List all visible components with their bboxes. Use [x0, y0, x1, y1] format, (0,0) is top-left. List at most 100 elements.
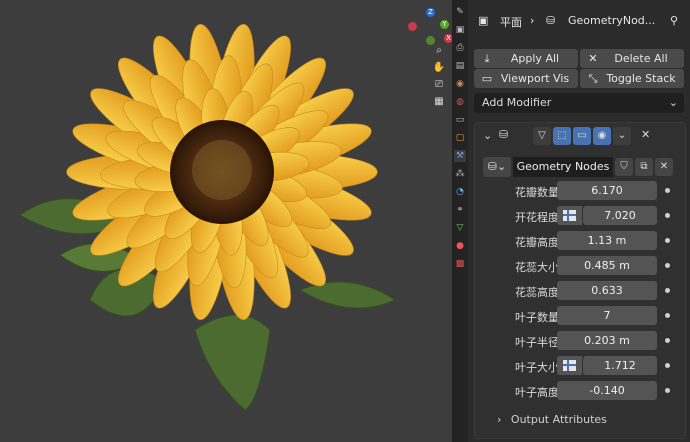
- fake-user-shield-icon[interactable]: ⛉: [615, 158, 633, 176]
- keyframe-dot-icon[interactable]: [665, 363, 670, 368]
- modifier-menu-chevron-icon[interactable]: ⌄: [613, 127, 631, 145]
- close-icon: ✕: [588, 52, 598, 65]
- constraints-icon[interactable]: ⚭: [454, 204, 466, 216]
- hand-pan-icon[interactable]: ✋: [432, 61, 446, 75]
- input-value-field[interactable]: 7.020: [583, 206, 657, 225]
- input-value-field[interactable]: 6.170: [557, 181, 657, 200]
- input-label: 叶子大小: [515, 361, 559, 374]
- chevron-right-icon: ›: [497, 413, 502, 426]
- download-icon: ⤓: [484, 52, 490, 65]
- breadcrumb-separator-icon: ›: [530, 14, 535, 27]
- input-label: 花瓣高度: [515, 236, 559, 249]
- breadcrumb-modifier: GeometryNod...: [568, 14, 656, 27]
- tool-icon[interactable]: ✎: [454, 6, 466, 18]
- input-label: 叶子半径: [515, 336, 559, 349]
- attribute-toggle-icon[interactable]: [557, 356, 582, 375]
- navigation-gizmo[interactable]: Z Y X: [406, 8, 452, 48]
- view-layer-icon[interactable]: ▤: [454, 60, 466, 72]
- pin-icon[interactable]: ⚲: [670, 14, 678, 27]
- input-value-field[interactable]: 0.203 m: [557, 331, 657, 350]
- object-icon[interactable]: ▢: [454, 132, 466, 144]
- modifier-icon: ⛁: [546, 14, 556, 27]
- gizmo-neg-x-axis[interactable]: [408, 22, 417, 31]
- keyframe-dot-icon[interactable]: [665, 338, 670, 343]
- keyframe-dot-icon[interactable]: [665, 263, 670, 268]
- input-value-field[interactable]: 0.485 m: [557, 256, 657, 275]
- keyframe-dot-icon[interactable]: [665, 388, 670, 393]
- viewport-vis-button[interactable]: ▭ Viewport Vis: [474, 69, 578, 88]
- properties-tab-strip: ✎ ▣ ⎙ ▤ ◉ ◍ ▭ ▢ ⚒ ⁂ ◔ ⚭ ▽ ● ▩: [452, 0, 468, 442]
- particles-icon[interactable]: ⁂: [454, 168, 466, 180]
- monitor-icon: ▭: [481, 72, 493, 85]
- geometry-nodes-icon: ⛁: [499, 128, 509, 141]
- viewport-nav-tools: ⌕ ✋ ⎚ ▦: [432, 44, 448, 112]
- toggle-stack-button[interactable]: ⤡ Toggle Stack: [580, 69, 684, 88]
- edit-mode-icon[interactable]: ▽: [533, 127, 551, 145]
- 3d-viewport[interactable]: Z Y X ⌕ ✋ ⎚ ▦: [0, 0, 452, 442]
- keyframe-dot-icon[interactable]: [665, 188, 670, 193]
- input-row: 叶子大小 1.712: [475, 356, 685, 376]
- input-value-field[interactable]: -0.140: [557, 381, 657, 400]
- perspective-grid-icon[interactable]: ▦: [432, 95, 446, 109]
- texture-icon[interactable]: ▩: [454, 258, 466, 270]
- expand-icon: ⤡: [588, 72, 598, 85]
- physics-icon[interactable]: ◔: [454, 186, 466, 198]
- input-row: 花蕊大小 0.485 m: [475, 256, 685, 276]
- scene-icon[interactable]: ◉: [454, 78, 466, 90]
- add-modifier-dropdown[interactable]: Add Modifier ⌄: [474, 93, 684, 113]
- keyframe-dot-icon[interactable]: [665, 213, 670, 218]
- keyframe-dot-icon[interactable]: [665, 313, 670, 318]
- node-tree-icon: ⛁⌄: [487, 160, 507, 173]
- input-row: 开花程度 7.020: [475, 206, 685, 226]
- gizmo-x-axis[interactable]: X: [444, 34, 452, 43]
- input-row: 叶子高度 -0.140: [475, 381, 685, 401]
- material-icon[interactable]: ●: [454, 240, 466, 252]
- input-value-field[interactable]: 0.633: [557, 281, 657, 300]
- properties-panel: ▣ 平面 › ⛁ GeometryNod... ⚲ ⤓ Apply All ✕ …: [468, 0, 690, 442]
- delete-all-button[interactable]: ✕ Delete All: [580, 49, 684, 68]
- input-row: 花蕊高度 0.633: [475, 281, 685, 301]
- node-group-browse-button[interactable]: ⛁⌄: [483, 157, 511, 177]
- on-cage-icon[interactable]: ⬚: [553, 127, 571, 145]
- input-label: 花蕊大小: [515, 261, 559, 274]
- input-row: 叶子半径 0.203 m: [475, 331, 685, 351]
- world-icon[interactable]: ◍: [454, 96, 466, 108]
- render-icon[interactable]: ▣: [454, 24, 466, 36]
- camera-icon[interactable]: ⎚: [432, 78, 446, 92]
- collapse-chevron-icon[interactable]: ⌄: [483, 129, 492, 142]
- keyframe-dot-icon[interactable]: [665, 238, 670, 243]
- breadcrumb-object: 平面: [500, 16, 522, 29]
- zoom-icon[interactable]: ⌕: [432, 44, 446, 58]
- input-row: 叶子数量 7: [475, 306, 685, 326]
- output-attributes-subpanel[interactable]: › Output Attributes: [497, 413, 607, 426]
- geometry-nodes-modifier-panel: ⌄ ⛁ ▽ ⬚ ▭ ◉ ⌄ ✕ ⛁⌄ Geometry Nodes ⛉ ⧉ ✕ …: [474, 122, 686, 439]
- data-icon[interactable]: ▽: [454, 222, 466, 234]
- duplicate-icon[interactable]: ⧉: [635, 158, 653, 176]
- node-group-name-field[interactable]: Geometry Nodes: [513, 157, 613, 177]
- keyframe-dot-icon[interactable]: [665, 288, 670, 293]
- breadcrumb: ▣ 平面 › ⛁ GeometryNod... ⚲: [468, 0, 690, 42]
- apply-all-button[interactable]: ⤓ Apply All: [474, 49, 578, 68]
- input-value-field[interactable]: 1.13 m: [557, 231, 657, 250]
- unlink-close-icon[interactable]: ✕: [655, 158, 673, 176]
- input-row: 花瓣高度 1.13 m: [475, 231, 685, 251]
- input-label: 叶子数量: [515, 311, 559, 324]
- remove-modifier-icon[interactable]: ✕: [641, 128, 650, 141]
- gizmo-y-axis[interactable]: Y: [440, 20, 449, 29]
- render-camera-icon[interactable]: ◉: [593, 127, 611, 145]
- collection-icon[interactable]: ▭: [454, 114, 466, 126]
- chevron-down-icon: ⌄: [668, 96, 678, 109]
- sunflower-render: [19, 24, 397, 411]
- attribute-toggle-icon[interactable]: [557, 206, 582, 225]
- input-row: 花瓣数量 6.170: [475, 181, 685, 201]
- input-label: 花瓣数量: [515, 186, 559, 199]
- viewport-display-icon[interactable]: ▭: [573, 127, 591, 145]
- gizmo-z-axis[interactable]: Z: [426, 8, 435, 17]
- input-label: 花蕊高度: [515, 286, 559, 299]
- modifier-wrench-icon[interactable]: ⚒: [454, 150, 466, 162]
- input-label: 开花程度: [515, 211, 559, 224]
- input-value-field[interactable]: 7: [557, 306, 657, 325]
- output-icon[interactable]: ⎙: [454, 42, 466, 54]
- input-value-field[interactable]: 1.712: [583, 356, 657, 375]
- input-label: 叶子高度: [515, 386, 559, 399]
